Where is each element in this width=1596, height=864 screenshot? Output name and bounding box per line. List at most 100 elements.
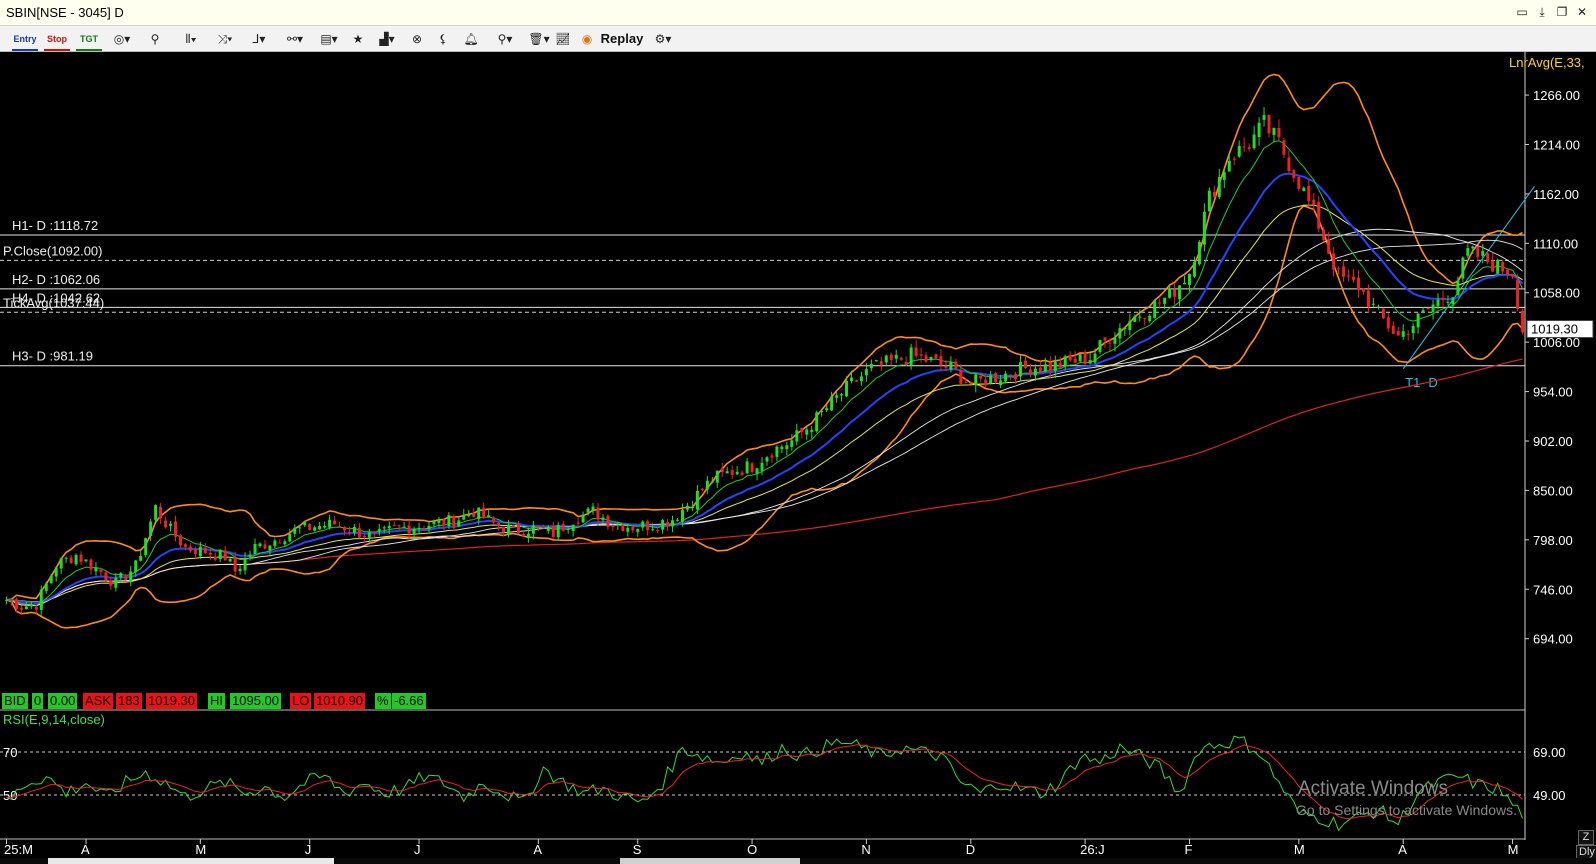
ask-label: ASK [83,693,114,709]
candle-body [1053,361,1057,372]
time-tick-label: F [1184,842,1192,857]
crosshair-icon[interactable]: ⊗ [406,29,428,49]
indicator-icon[interactable]: ◎▾ [110,29,134,49]
rsi-right-level: 69.00 [1533,745,1566,760]
candle-body [765,457,769,462]
pattern-tools-icon[interactable]: ⚯▾ [280,29,310,49]
candle-body [1481,250,1485,256]
candle-body [278,542,282,544]
candle-body [705,480,709,490]
candle-body [14,599,18,609]
candle-body [521,533,525,536]
price-tick-label: 1266.00 [1533,88,1580,103]
candle-body [114,577,118,588]
candle-body [1043,364,1047,372]
line-chart-icon[interactable]: 📈︎ [552,29,574,49]
favorite-star-icon[interactable]: ★ [348,29,368,49]
candle-body [288,533,292,542]
price-tick-label: 798.00 [1533,533,1573,548]
candle-body [1451,297,1455,305]
price-chart[interactable]: H1- D :1118.72 P.Close(1092.00) H2- D :106… [0,52,1596,864]
candle-body [1506,269,1510,275]
candle-body [964,382,968,384]
pointer-icon[interactable]: ⚸ [432,29,454,49]
entry-button[interactable]: Entry [12,29,38,51]
candle-body [825,408,829,411]
candle-body [849,377,853,382]
stop-button[interactable]: Stop [44,29,70,51]
candle-body [1421,310,1425,313]
line-tools-icon[interactable]: ⅃▾ [244,29,274,49]
level-label: H2- D :1062.06 [12,272,100,287]
candle-body [730,470,734,475]
candle-body [745,461,749,474]
candle-body [775,446,779,457]
candle-body [1332,253,1336,270]
candle-body [1366,290,1370,307]
maximize-window-icon[interactable]: ❐ [1555,5,1569,19]
candle-body [397,525,401,527]
candle-body [536,525,540,527]
candle-body [685,505,689,510]
candle-body [710,481,714,483]
time-tick-label: 26:J [1080,842,1105,857]
candle-body [1173,289,1177,297]
candle-body [591,506,595,510]
candle-body [208,552,212,555]
candle-body [1103,337,1107,341]
settings-gear-icon[interactable]: ⚙▾ [648,29,678,49]
ma-60-line [6,239,1523,607]
candle-body [740,472,744,475]
candle-body [218,549,222,560]
zoom-icon[interactable]: ⚲▾ [490,29,520,49]
candle-body [1202,211,1206,245]
candle-body [785,445,789,450]
candle-body [19,607,23,610]
candle-body [253,543,257,554]
candle-body [164,520,168,528]
candle-body [556,525,560,538]
candle-body [1322,229,1326,241]
drawing-tools-icon[interactable]: ⤨▾ [210,29,240,49]
study-icon[interactable]: ▟▾ [372,29,402,49]
candle-body [407,525,411,534]
scrollbar-segment[interactable] [620,858,800,864]
candle-body [362,535,366,538]
percent-label: % [375,693,391,709]
candle-body [1004,373,1008,382]
candle-body [651,529,655,531]
close-window-icon[interactable]: ✕ [1575,5,1589,19]
delete-icon[interactable]: 🗑︎▾ [524,29,554,49]
zoom-button[interactable]: Z [1578,830,1594,845]
template-icon[interactable]: ▤▾ [314,29,344,49]
cursor-tool-icon[interactable]: ⚲ [144,29,166,49]
candle-body [29,605,33,607]
time-tick-label: S [633,842,642,857]
candle-body [561,524,565,531]
rsi-left-level: 70 [3,745,17,760]
alert-bell-icon[interactable]: 🔔︎ [460,29,482,49]
candle-body [1207,190,1211,212]
arrange-windows-icon[interactable]: ⤓ [1535,5,1549,19]
candle-body [1461,257,1465,279]
candle-body [646,521,650,531]
candle-body [1118,328,1122,339]
scrollbar-thumb[interactable] [48,858,334,864]
replay-button[interactable]: Replay [598,29,646,49]
replay-icon[interactable]: ◉ [578,29,596,49]
restore-window-icon[interactable]: ▭ [1515,5,1529,19]
level-lines: H1- D :1118.72 P.Close(1092.00) H2- D :106… [0,55,1585,390]
candle-body [1466,248,1470,256]
candle-body [944,366,948,368]
candle-body [835,395,839,398]
candle-body [1023,360,1027,369]
candle-body [347,532,351,534]
candle-body [1133,316,1137,322]
target-button[interactable]: TGT [76,29,102,51]
candle-body [516,523,520,534]
candle-body [263,544,267,549]
candle-body [1307,185,1311,202]
chart-type-icon[interactable]: ⫴▾ [176,29,206,49]
candle-body [805,429,809,435]
bid-price: 0.00 [48,693,78,709]
